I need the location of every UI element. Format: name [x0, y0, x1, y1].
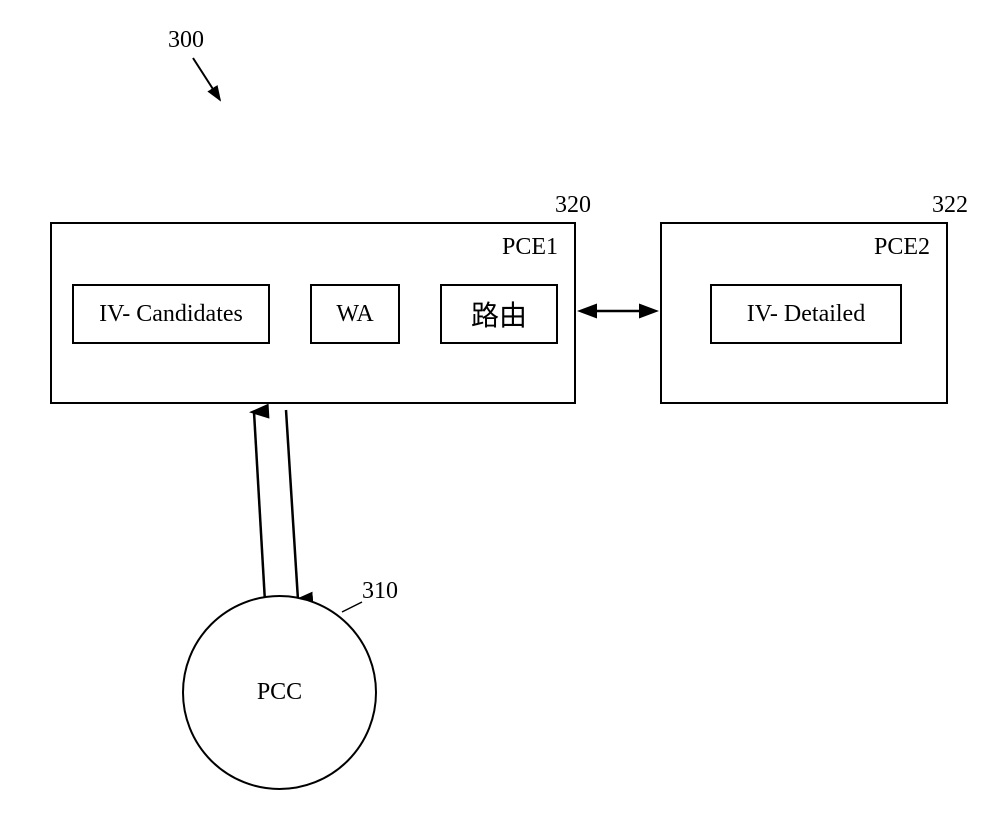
pce1-ref: 320 — [555, 192, 591, 219]
pcc-ref-leadline — [340, 598, 370, 618]
pce2-box: PCE2 IV- Detailed — [660, 222, 948, 404]
wa-box: WA — [310, 284, 400, 344]
pce1-ref-leadline — [548, 216, 578, 228]
pce1-pce2-arrow — [576, 296, 660, 326]
figure-pointer-arrow — [190, 55, 230, 115]
pce2-ref: 322 — [932, 192, 968, 219]
iv-candidates-box: IV- Candidates — [72, 284, 270, 344]
pcc-circle: PCC — [182, 595, 377, 790]
pcc-label: PCC — [257, 679, 302, 706]
pce1-box: PCE1 IV- Candidates WA 路由 — [50, 222, 576, 404]
figure-ref-300: 300 — [168, 27, 204, 54]
iv-detailed-box: IV- Detailed — [710, 284, 902, 344]
routing-box: 路由 — [440, 284, 558, 344]
pce1-title: PCE1 — [502, 234, 558, 261]
pce1-pcc-arrows — [230, 404, 330, 609]
pce2-title: PCE2 — [874, 234, 930, 261]
